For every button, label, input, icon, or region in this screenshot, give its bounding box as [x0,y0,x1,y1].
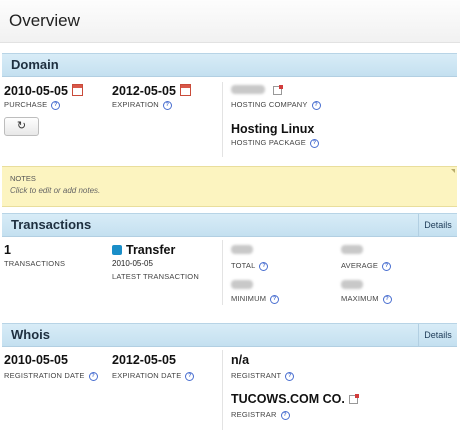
calendar-icon[interactable] [179,84,191,96]
minimum-label: MINIMUM? [231,294,280,304]
whois-divider [222,350,223,430]
maximum-label: MAXIMUM? [341,294,392,304]
whois-expiration-date: 2012-05-05 [112,353,176,367]
transaction-count: 1 [4,243,11,257]
help-icon[interactable]: ? [382,261,392,271]
help-icon[interactable]: ? [185,371,195,381]
help-icon[interactable]: ? [259,261,269,271]
help-icon[interactable]: ? [88,371,98,381]
latest-transaction-type: Transfer [112,243,175,257]
calendar-icon[interactable] [71,84,83,96]
transactions-section-header: Transactions Details [2,213,457,237]
whois-section-title: Whois [11,327,50,342]
help-icon[interactable]: ? [280,410,290,420]
hosting-package-label: HOSTING PACKAGE? [231,138,319,148]
external-link-icon[interactable] [348,394,359,405]
hosting-company-label: HOSTING COMPANY? [231,100,321,110]
total-value-redacted [231,245,253,254]
transactions-divider [222,240,223,305]
notes-title: NOTES [10,174,36,183]
page-title: Overview [9,11,80,30]
notes-panel[interactable]: NOTES Click to edit or add notes. [2,166,457,207]
whois-expiration-label: EXPIRATION DATE? [112,371,195,381]
total-label: TOTAL? [231,261,269,271]
purchase-label: PURCHASE? [4,100,61,110]
registrant-value: n/a [231,353,250,367]
refresh-button[interactable]: ↻ [4,117,39,136]
purchase-date: 2010-05-05 [4,84,83,98]
minimum-value-redacted [231,280,253,289]
help-icon[interactable]: ? [309,138,319,148]
transactions-section-title: Transactions [11,217,92,232]
domain-section-header: Domain [2,53,457,77]
average-value-redacted [341,245,363,254]
latest-transaction-date: 2010-05-05 [112,259,153,268]
whois-section-header: Whois Details [2,323,457,347]
registrar-value: TUCOWS.COM CO. [231,392,359,406]
transaction-count-label: TRANSACTIONS [4,259,66,268]
help-icon[interactable]: ? [162,100,172,110]
whois-details-link[interactable]: Details [418,324,457,346]
expiration-label: EXPIRATION? [112,100,172,110]
domain-divider [222,82,223,157]
transactions-details-link[interactable]: Details [418,214,457,236]
hosting-company-value-redacted [231,85,265,94]
registrant-label: REGISTRANT? [231,371,295,381]
help-icon[interactable]: ? [382,294,392,304]
registration-date: 2010-05-05 [4,353,68,367]
registrar-label: REGISTRAR? [231,410,290,420]
notes-resize-icon [451,169,455,173]
expiration-date: 2012-05-05 [112,84,191,98]
maximum-value-redacted [341,280,363,289]
domain-section-title: Domain [11,57,59,72]
hosting-package-value: Hosting Linux [231,122,315,136]
refresh-icon: ↻ [16,120,27,132]
transfer-icon [112,245,122,255]
average-label: AVERAGE? [341,261,392,271]
latest-transaction-label: LATEST TRANSACTION [112,272,199,281]
notes-placeholder[interactable]: Click to edit or add notes. [10,186,100,195]
help-icon[interactable]: ? [270,294,280,304]
help-icon[interactable]: ? [51,100,61,110]
registration-date-label: REGISTRATION DATE? [4,371,98,381]
help-icon[interactable]: ? [311,100,321,110]
external-link-icon[interactable] [273,85,283,95]
help-icon[interactable]: ? [285,371,295,381]
